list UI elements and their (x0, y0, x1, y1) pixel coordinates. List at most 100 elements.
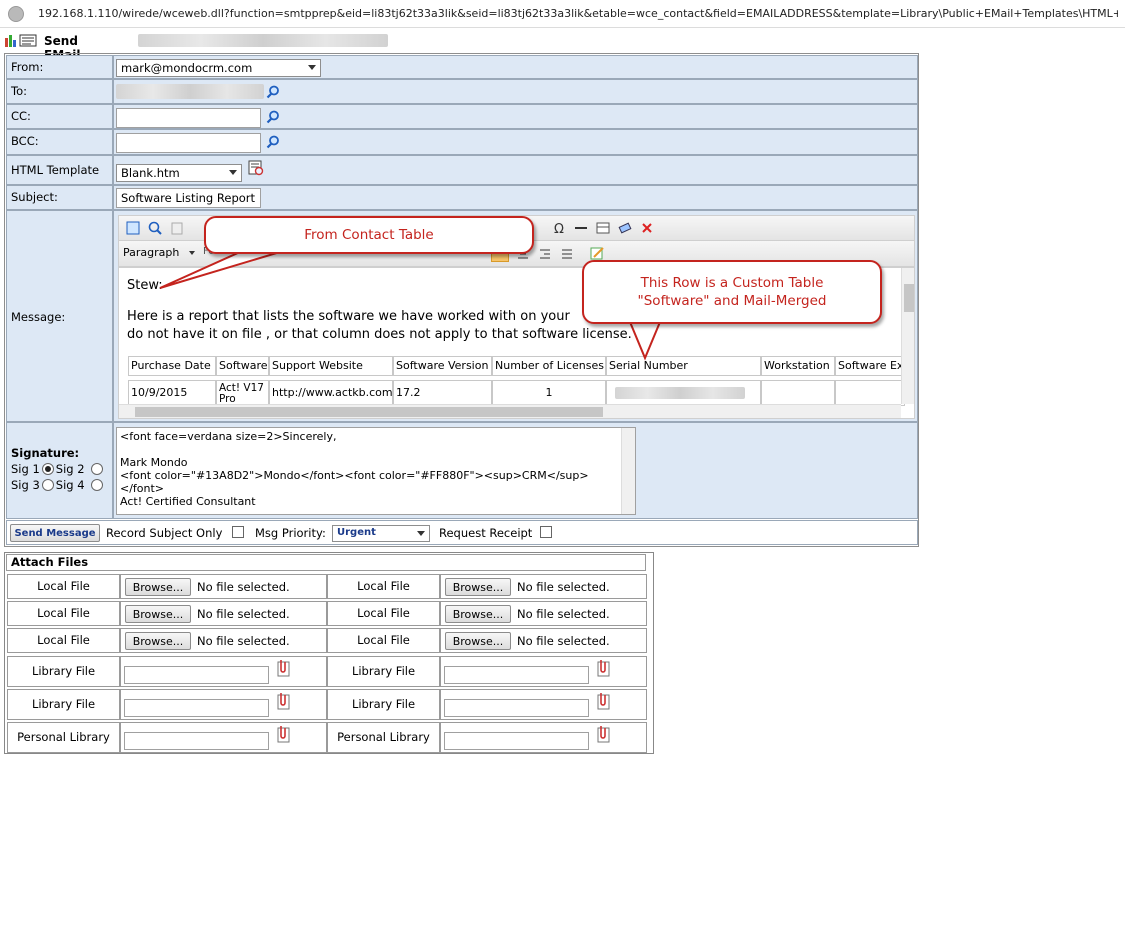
attach-label: Library File (7, 656, 120, 687)
cc-row (113, 104, 918, 129)
subject-row: Software Listing Report (113, 185, 918, 210)
attach-clip-icon[interactable] (594, 692, 612, 712)
table-icon[interactable] (595, 220, 611, 236)
table-header-cell: Software Ex (835, 356, 905, 376)
no-file-text: No file selected. (517, 634, 610, 648)
from-select[interactable]: mark@mondocrm.com (116, 59, 321, 77)
table-cell: http://www.actkb.com (269, 380, 393, 406)
library-file-input[interactable] (444, 732, 589, 750)
attach-clip-icon[interactable] (274, 692, 292, 712)
template-preview-icon[interactable] (247, 159, 265, 177)
scroll-thumb[interactable] (135, 407, 603, 417)
no-file-text: No file selected. (517, 607, 610, 621)
callout-line: "Software" and Mail-Merged (637, 293, 827, 309)
attach-label: Local File (327, 574, 440, 599)
bcc-input[interactable] (116, 133, 261, 153)
special-char-icon[interactable]: Ω (551, 220, 567, 236)
chevron-down-icon (229, 170, 237, 175)
search-icon[interactable] (266, 110, 280, 124)
attach-value-cell (120, 656, 327, 687)
browse-button[interactable]: Browse... (125, 632, 191, 650)
sig-line: </font> (120, 482, 165, 495)
sig-line: Act! Certified Consultant (120, 495, 256, 508)
message-label: Message: (6, 210, 113, 422)
record-subject-checkbox[interactable] (232, 526, 244, 538)
spellcheck-icon[interactable] (589, 245, 605, 261)
library-file-input[interactable] (124, 666, 269, 684)
to-row (113, 79, 918, 104)
subject-label: Subject: (6, 185, 113, 210)
table-header-cell: Support Website (269, 356, 393, 376)
library-file-input[interactable] (444, 666, 589, 684)
attach-clip-icon[interactable] (274, 725, 292, 745)
attach-title: Attach Files (6, 554, 646, 571)
attach-value-cell: Browse... No file selected. (440, 601, 647, 626)
horizontal-scrollbar[interactable] (119, 404, 901, 418)
find-icon[interactable] (147, 220, 163, 236)
record-subject-label: Record Subject Only (106, 526, 223, 540)
body-line-1: Here is a report that lists the software… (127, 309, 570, 324)
attach-clip-icon[interactable] (594, 725, 612, 745)
attach-value-cell (120, 689, 327, 720)
sig4-radio[interactable] (90, 479, 103, 491)
search-icon[interactable] (266, 135, 280, 149)
table-cell: 10/9/2015 (128, 380, 216, 406)
sig3-radio[interactable] (41, 479, 54, 491)
vertical-scrollbar[interactable] (901, 268, 914, 404)
close-icon[interactable] (639, 220, 655, 236)
attach-value-cell: Browse... No file selected. (440, 574, 647, 599)
attach-value-cell (120, 722, 327, 753)
attach-label: Library File (7, 689, 120, 720)
paste-icon[interactable] (169, 220, 185, 236)
attach-clip-icon[interactable] (594, 659, 612, 679)
browse-button[interactable]: Browse... (445, 632, 511, 650)
attach-value-cell: Browse... No file selected. (440, 628, 647, 653)
to-value-blurred[interactable] (116, 84, 264, 99)
template-row: Blank.htm (113, 155, 918, 185)
library-file-input[interactable] (444, 699, 589, 717)
sig-line: <font face=verdana size=2>Sincerely, (120, 430, 337, 443)
attach-label: Library File (327, 656, 440, 687)
table-header-cell: Purchase Date (128, 356, 216, 376)
attach-value-cell (440, 656, 647, 687)
table-header-cell: Software Version (393, 356, 492, 376)
attach-label: Personal Library (7, 722, 120, 753)
sig1-radio[interactable] (41, 463, 54, 475)
browse-button[interactable]: Browse... (445, 578, 511, 596)
source-icon[interactable] (125, 220, 141, 236)
search-icon[interactable] (266, 85, 280, 99)
browse-button[interactable]: Browse... (125, 578, 191, 596)
address-bar[interactable]: 192.168.1.110/wirede/wceweb.dll?function… (0, 0, 1125, 28)
to-label: To: (6, 79, 113, 104)
scroll-thumb[interactable] (904, 284, 914, 312)
attach-files-panel: Attach Files Local File Browse... No file … (4, 552, 654, 754)
send-message-button[interactable]: Send Message (10, 524, 100, 542)
align-right-icon[interactable] (537, 246, 553, 262)
attach-value-cell: Browse... No file selected. (120, 574, 327, 599)
attach-clip-icon[interactable] (274, 659, 292, 679)
priority-select[interactable]: Urgent (332, 525, 430, 542)
signature-scrollbar[interactable] (621, 428, 635, 514)
subject-input[interactable]: Software Listing Report (116, 188, 261, 208)
cc-input[interactable] (116, 108, 261, 128)
paragraph-select[interactable]: Paragraph (123, 246, 197, 262)
library-file-input[interactable] (124, 699, 269, 717)
sig2-radio[interactable] (90, 463, 103, 475)
horizontal-rule-icon[interactable] (573, 220, 589, 236)
library-file-input[interactable] (124, 732, 269, 750)
browse-button[interactable]: Browse... (125, 605, 191, 623)
url-text[interactable]: 192.168.1.110/wirede/wceweb.dll?function… (38, 7, 1118, 20)
globe-icon (8, 6, 24, 22)
sig-option-label: Sig 4 (55, 478, 85, 492)
attach-label: Local File (7, 574, 120, 599)
eraser-icon[interactable] (617, 220, 633, 236)
signature-textarea[interactable]: <font face=verdana size=2>Sincerely, Mar… (116, 427, 636, 515)
attach-value-cell (440, 689, 647, 720)
template-label: HTML Template (6, 155, 113, 185)
template-select[interactable]: Blank.htm (116, 164, 242, 182)
request-receipt-checkbox[interactable] (540, 526, 552, 538)
justify-icon[interactable] (559, 246, 575, 262)
table-cell (606, 380, 761, 406)
attach-value-cell: Browse... No file selected. (120, 628, 327, 653)
browse-button[interactable]: Browse... (445, 605, 511, 623)
